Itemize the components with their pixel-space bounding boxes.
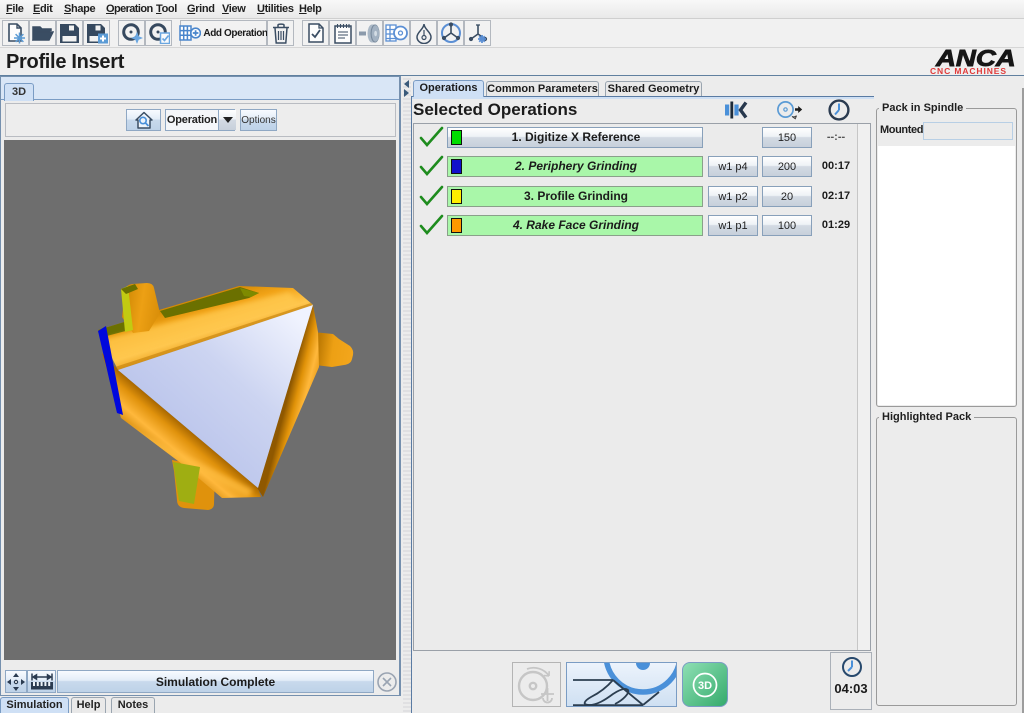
svg-text:3D: 3D [698,680,712,692]
